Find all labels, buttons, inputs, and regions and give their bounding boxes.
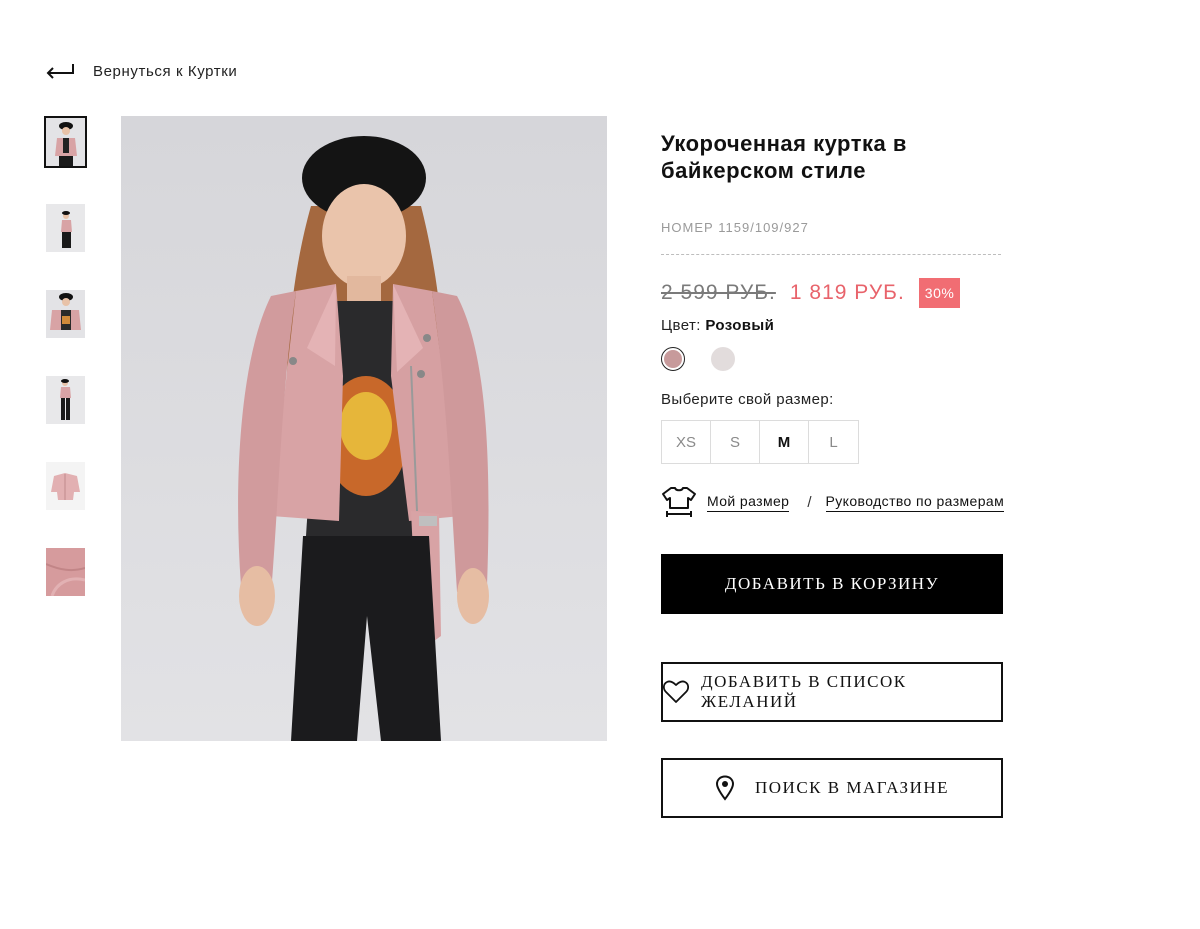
add-to-wishlist-button[interactable]: ДОБАВИТЬ В СПИСОК ЖЕЛАНИЙ xyxy=(661,662,1003,722)
tshirt-ruler-icon xyxy=(662,487,696,517)
product-title: Укороченная куртка в байкерском стиле xyxy=(661,131,907,183)
size-option-m[interactable]: M xyxy=(760,421,809,463)
thumbnail-open-jacket[interactable] xyxy=(46,290,85,338)
thumbnail-front-view[interactable] xyxy=(44,116,87,168)
price-block: 2 599 РУБ. 1 819 РУБ. 30% xyxy=(661,278,961,308)
back-link[interactable]: Вернуться к Куртки xyxy=(45,60,237,82)
size-guide-link[interactable]: Руководство по размерам xyxy=(825,493,1005,512)
thumbnail-full-length[interactable] xyxy=(46,376,85,424)
color-swatches xyxy=(661,347,735,371)
size-selector: XS S M L xyxy=(661,420,859,464)
product-main-image[interactable] xyxy=(121,116,607,741)
product-photo xyxy=(121,116,607,741)
thumbnail-side-view[interactable] xyxy=(46,204,85,252)
size-help-links: Мой размер / Руководство по размерам xyxy=(661,484,1005,520)
color-swatch-pink[interactable] xyxy=(661,347,685,371)
color-value: Розовый xyxy=(705,317,775,334)
thumbnail-flat-lay[interactable] xyxy=(46,462,85,510)
sale-price: 1 819 РУБ. xyxy=(789,281,905,304)
find-in-store-button[interactable]: ПОИСК В МАГАЗИНЕ xyxy=(661,758,1003,818)
divider xyxy=(661,254,1001,255)
thumbnail-leather-detail[interactable] xyxy=(46,548,85,596)
discount-badge: 30% xyxy=(918,278,961,308)
product-sku: НОМЕР 1159/109/927 xyxy=(661,220,809,235)
add-to-wishlist-label: ДОБАВИТЬ В СПИСОК ЖЕЛАНИЙ xyxy=(701,672,907,711)
color-selection-label: Цвет: Розовый xyxy=(661,317,774,334)
find-in-store-label: ПОИСК В МАГАЗИНЕ xyxy=(754,778,950,797)
size-option-s[interactable]: S xyxy=(711,421,760,463)
return-arrow-icon xyxy=(46,64,74,79)
product-page: Вернуться к Куртки Укороченная куртка в … xyxy=(0,0,1200,929)
heart-icon xyxy=(663,680,689,703)
size-option-xs[interactable]: XS xyxy=(662,421,711,463)
product-info: Укороченная куртка в байкерском стиле НО… xyxy=(661,130,1006,818)
size-option-l[interactable]: L xyxy=(809,421,858,463)
old-price: 2 599 РУБ. xyxy=(661,281,776,304)
add-to-cart-button[interactable]: ДОБАВИТЬ В КОРЗИНУ xyxy=(661,554,1003,614)
my-size-link[interactable]: Мой размер xyxy=(707,493,790,512)
color-label: Цвет: xyxy=(661,317,701,334)
color-swatch-light[interactable] xyxy=(711,347,735,371)
link-separator: / xyxy=(807,493,812,511)
back-link-label: Вернуться к Куртки xyxy=(93,62,238,80)
add-to-cart-label: ДОБАВИТЬ В КОРЗИНУ xyxy=(724,574,940,593)
size-prompt: Выберите свой размер: xyxy=(661,391,834,408)
location-pin-icon xyxy=(715,775,734,801)
